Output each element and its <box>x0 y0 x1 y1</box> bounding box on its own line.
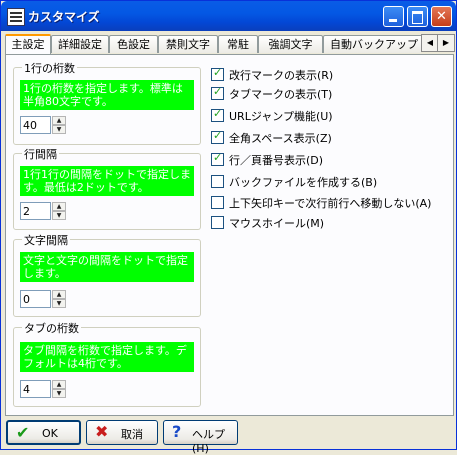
char-spacing-input[interactable]: 0 <box>20 290 51 308</box>
option-label: 改行マークの表示(R) <box>229 69 334 82</box>
tab-highlight-chars[interactable]: 強調文字 <box>258 35 323 53</box>
checkmark-icon: ✔ <box>16 423 30 442</box>
spin-up-icon[interactable]: ▲ <box>52 290 66 299</box>
tab-scroll-right-button[interactable]: ▶ <box>437 34 455 52</box>
option-label: 行／頁番号表示(D) <box>229 154 324 167</box>
maximize-button[interactable] <box>407 6 428 27</box>
tab-forbidden-chars[interactable]: 禁則文字 <box>158 35 218 53</box>
char-spacing-note: 文字と文字の間隔をドットで指定します。 <box>20 252 194 282</box>
minimize-icon <box>389 19 397 22</box>
checkbox-icon[interactable] <box>211 216 224 229</box>
line-spacing-input[interactable]: 2 <box>20 202 51 220</box>
option-label: URLジャンプ機能(U) <box>229 110 333 123</box>
ok-button-label: OK <box>42 427 58 440</box>
group-line-spacing-label: 行間隔 <box>22 146 59 162</box>
checkbox-icon[interactable] <box>211 175 224 188</box>
window-title: カスタマイズ <box>28 10 100 24</box>
option-label: 全角スペース表示(Z) <box>229 132 332 145</box>
help-button[interactable]: ? ヘルプ(H) <box>163 420 238 455</box>
checkbox-icon[interactable] <box>211 85 224 100</box>
x-icon: ✖ <box>95 422 109 441</box>
group-char-spacing: 文字間隔 文字と文字の間隔をドットで指定します。 0 ▲ ▼ <box>13 232 201 317</box>
spin-up-icon[interactable]: ▲ <box>52 116 66 125</box>
option-label: タブマークの表示(T) <box>229 88 333 101</box>
help-button-label: ヘルプ(H) <box>192 428 225 455</box>
close-icon: ✕ <box>436 9 447 24</box>
maximize-icon <box>412 11 423 24</box>
checkbox-icon[interactable] <box>211 151 224 166</box>
group-char-spacing-label: 文字間隔 <box>22 232 70 248</box>
group-line-digits-label: 1行の桁数 <box>22 60 77 76</box>
checkbox-icon[interactable] <box>211 129 224 144</box>
group-line-spacing: 行間隔 1行1行の間隔をドットで指定します。最低は2ドットです。 2 ▲ ▼ <box>13 146 201 230</box>
app-icon <box>7 8 25 26</box>
question-icon: ? <box>172 422 182 441</box>
option-label: バックファイルを作成する(B) <box>229 176 378 189</box>
cancel-button[interactable]: ✖ 取消 <box>86 420 158 445</box>
checkbox-icon[interactable] <box>211 196 224 209</box>
tab-detail-settings[interactable]: 詳細設定 <box>51 35 109 53</box>
customize-dialog: カスタマイズ ✕ 主設定 詳細設定 色設定 禁則文字 常駐 強調文字 自動バック… <box>0 0 457 455</box>
close-button[interactable]: ✕ <box>431 6 452 27</box>
line-spacing-note: 1行1行の間隔をドットで指定します。最低は2ドットです。 <box>20 166 194 196</box>
line-digits-note: 1行の桁数を指定します。標準は半角80文字です。 <box>20 80 194 110</box>
group-line-digits: 1行の桁数 1行の桁数を指定します。標準は半角80文字です。 40 ▲ ▼ <box>13 60 201 145</box>
spin-up-icon[interactable]: ▲ <box>52 380 66 389</box>
spin-up-icon[interactable]: ▲ <box>52 202 66 211</box>
tab-strip: 主設定 詳細設定 色設定 禁則文字 常駐 強調文字 自動バックアップ <box>5 34 421 54</box>
settings-panel: 1行の桁数 1行の桁数を指定します。標準は半角80文字です。 40 ▲ ▼ 行間… <box>5 54 454 416</box>
checkbox-icon[interactable] <box>211 107 224 122</box>
tab-digits-input[interactable]: 4 <box>20 380 51 398</box>
spin-down-icon[interactable]: ▼ <box>52 125 66 134</box>
tab-digits-note: タブ間隔を桁数で指定します。デフォルトは4桁です。 <box>20 342 194 372</box>
ok-button[interactable]: ✔ OK <box>6 420 81 445</box>
checkbox-icon[interactable] <box>211 66 224 81</box>
spin-down-icon[interactable]: ▼ <box>52 211 66 220</box>
tab-color-settings[interactable]: 色設定 <box>109 35 158 53</box>
cancel-button-label: 取消 <box>121 428 143 441</box>
title-bar[interactable]: カスタマイズ ✕ <box>1 1 456 31</box>
spin-down-icon[interactable]: ▼ <box>52 389 66 398</box>
line-digits-input[interactable]: 40 <box>20 116 51 134</box>
option-label: マウスホイール(M) <box>229 217 325 230</box>
group-tab-digits: タブの桁数 タブ間隔を桁数で指定します。デフォルトは4桁です。 4 ▲ ▼ <box>13 320 201 407</box>
tab-auto-backup[interactable]: 自動バックアップ <box>323 35 421 53</box>
spin-down-icon[interactable]: ▼ <box>52 299 66 308</box>
tab-main-settings[interactable]: 主設定 <box>5 34 51 54</box>
tab-resident[interactable]: 常駐 <box>218 35 258 53</box>
group-tab-digits-label: タブの桁数 <box>22 320 81 336</box>
minimize-button[interactable] <box>383 6 404 27</box>
option-label: 上下矢印キーで次行前行へ移動しない(A) <box>229 197 432 210</box>
